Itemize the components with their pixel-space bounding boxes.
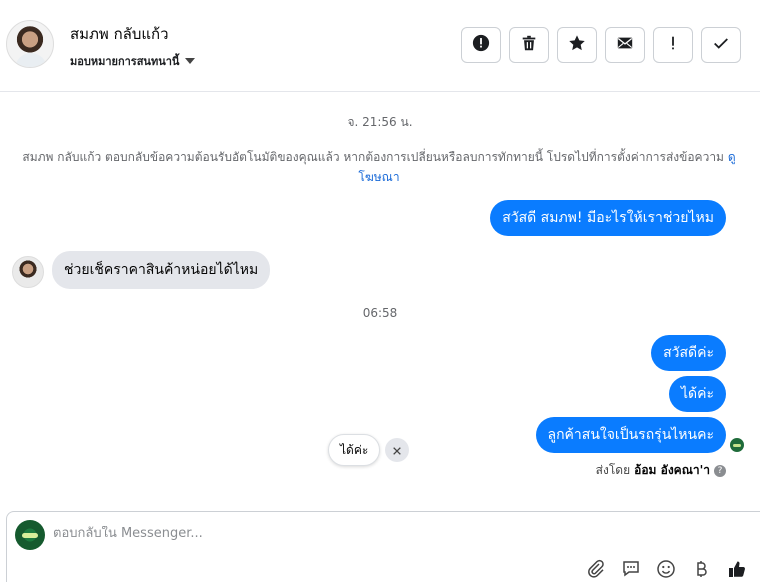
delete-button[interactable] bbox=[509, 27, 549, 63]
system-message-text: สมภพ กลับแก้ว ตอบกลับข้อความต้อนรับอัตโน… bbox=[22, 150, 724, 164]
sent-by-prefix: ส่งโดย bbox=[595, 463, 631, 477]
contact-avatar-small bbox=[12, 256, 44, 288]
incoming-message[interactable]: ช่วยเช็คราคาสินค้าหน่อยได้ไหม bbox=[52, 251, 271, 289]
assign-label: มอบหมายการสนทนานี้ bbox=[70, 55, 180, 68]
contact-name[interactable]: สมภพ กลับแก้ว bbox=[70, 22, 169, 46]
emoji-icon[interactable] bbox=[655, 558, 677, 580]
dismiss-suggestion-button[interactable] bbox=[385, 438, 409, 462]
suggested-reply-chip[interactable]: ได้ค่ะ bbox=[328, 434, 381, 466]
sent-by-line: ส่งโดย อ้อม อังคณา'า ? bbox=[596, 461, 726, 480]
paperclip-icon[interactable] bbox=[585, 558, 607, 580]
caret-down-icon bbox=[185, 58, 196, 64]
system-message: สมภพ กลับแก้ว ตอบกลับข้อความต้อนรับอัตโน… bbox=[10, 147, 748, 187]
conversation-header: สมภพ กลับแก้ว มอบหมายการสนทนานี้ bbox=[0, 0, 760, 92]
mark-done-button[interactable] bbox=[701, 27, 741, 63]
assign-conversation-dropdown[interactable]: มอบหมายการสนทนานี้ bbox=[70, 52, 196, 70]
sent-by-name: อ้อม อังคณา'า bbox=[634, 463, 710, 477]
message-thread[interactable]: จ. 21:56 น. สมภพ กลับแก้ว ตอบกลับข้อความ… bbox=[0, 93, 760, 511]
report-icon bbox=[472, 34, 490, 56]
envelope-icon bbox=[616, 34, 634, 56]
check-icon bbox=[712, 34, 730, 56]
contact-avatar[interactable] bbox=[6, 20, 54, 68]
mark-unread-button[interactable] bbox=[605, 27, 645, 63]
star-icon bbox=[568, 34, 586, 56]
outgoing-message[interactable]: ลูกค้าสนใจเป็นรถรุ่นไหนคะ bbox=[535, 417, 726, 453]
close-icon bbox=[392, 441, 402, 460]
like-icon[interactable] bbox=[726, 558, 748, 580]
timestamp: 06:58 bbox=[362, 306, 398, 320]
trash-icon bbox=[520, 34, 538, 56]
timestamp: จ. 21:56 น. bbox=[347, 115, 413, 129]
baht-icon[interactable] bbox=[690, 558, 712, 580]
outgoing-message[interactable]: สวัสดีค่ะ bbox=[651, 335, 726, 371]
outgoing-message[interactable]: สวัสดี สมภพ! มีอะไรให้เราช่วยไหม bbox=[490, 200, 726, 236]
mark-important-button[interactable] bbox=[653, 27, 693, 63]
saved-reply-icon[interactable] bbox=[620, 558, 642, 580]
important-icon bbox=[664, 34, 682, 56]
star-button[interactable] bbox=[557, 27, 597, 63]
reply-input[interactable] bbox=[53, 526, 713, 541]
read-receipt-avatar bbox=[729, 437, 745, 453]
reply-composer bbox=[6, 511, 760, 582]
report-button[interactable] bbox=[461, 27, 501, 63]
outgoing-message[interactable]: ได้ค่ะ bbox=[668, 376, 726, 412]
help-icon[interactable]: ? bbox=[714, 464, 726, 477]
page-avatar bbox=[15, 520, 45, 550]
